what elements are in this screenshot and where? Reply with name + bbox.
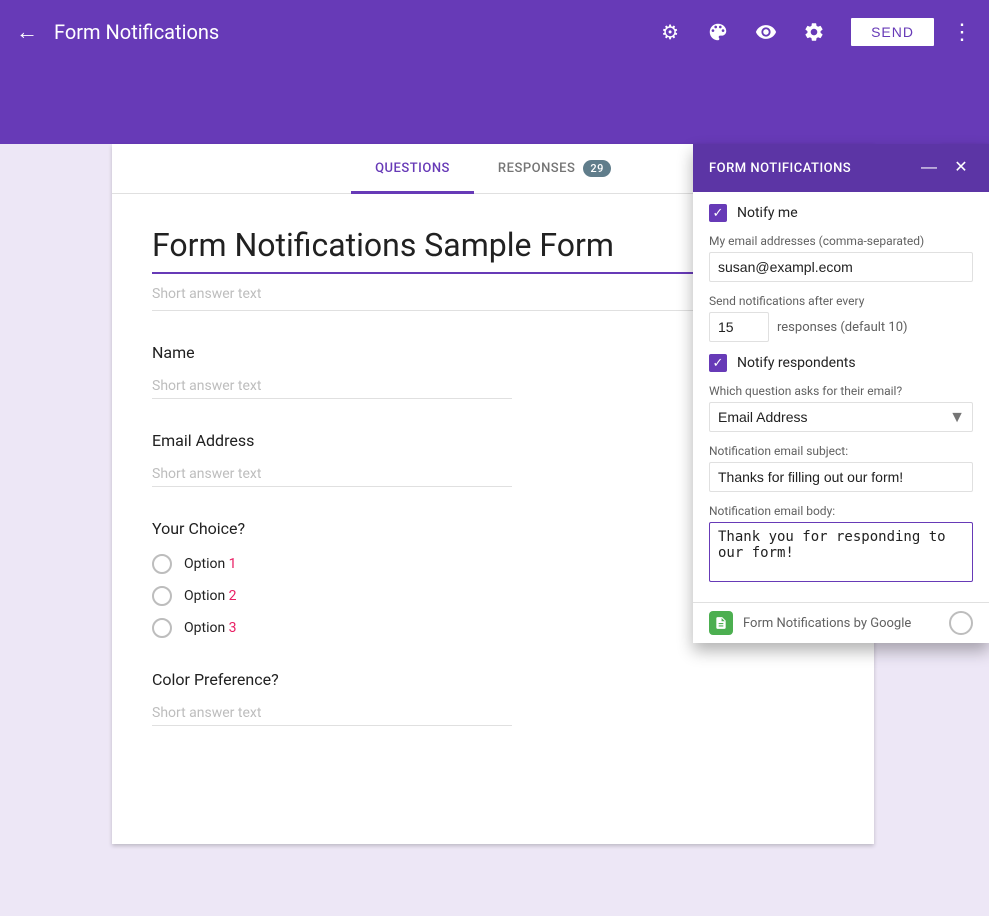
responses-count-badge: 29 (583, 160, 611, 177)
panel-close-button[interactable]: ✕ (949, 156, 973, 180)
send-after-label: Send notifications after every (709, 294, 973, 308)
question-color-input[interactable]: Short answer text (152, 705, 512, 726)
tab-questions[interactable]: QUESTIONS (351, 144, 474, 193)
tab-responses[interactable]: RESPONSES 29 (474, 144, 635, 193)
app-title: Form Notifications (54, 20, 650, 44)
footer-circle (949, 611, 973, 635)
question-email-input[interactable]: Short answer text (152, 466, 512, 487)
email-field-label: My email addresses (comma-separated) (709, 234, 973, 248)
notify-me-checkbox[interactable]: ✓ (709, 204, 727, 222)
subject-input[interactable] (709, 462, 973, 492)
body-textarea[interactable]: Thank you for responding to our form! (709, 522, 973, 582)
which-question-select-wrapper: Email Address Name ▼ (709, 402, 973, 432)
radio-circle-1 (152, 554, 172, 574)
notify-me-row: ✓ Notify me (709, 204, 973, 222)
question-color-label: Color Preference? (152, 670, 834, 689)
question-color: Color Preference? Short answer text (152, 670, 834, 726)
which-question-label: Which question asks for their email? (709, 384, 973, 398)
footer-text: Form Notifications by Google (743, 616, 911, 631)
email-input[interactable] (709, 252, 973, 282)
preview-icon-button[interactable] (746, 12, 786, 52)
option-3-text: Option 3 (184, 620, 237, 636)
topbar-icons: ⚙ SEND ⋮ (650, 12, 973, 52)
notify-respondents-row: ✓ Notify respondents (709, 354, 973, 372)
back-button[interactable]: ← (16, 21, 38, 43)
panel-header-icons: — ✕ (917, 156, 973, 180)
radio-circle-3 (152, 618, 172, 638)
option-2-text: Option 2 (184, 588, 237, 604)
notify-respondents-label: Notify respondents (737, 355, 856, 371)
panel-minimize-button[interactable]: — (917, 156, 941, 180)
panel-header: FORM NOTIFICATIONS — ✕ (693, 144, 989, 192)
radio-circle-2 (152, 586, 172, 606)
tab-responses-label: RESPONSES (498, 161, 575, 176)
panel-title: FORM NOTIFICATIONS (709, 161, 851, 176)
banner (0, 64, 989, 144)
palette-icon-button[interactable] (698, 12, 738, 52)
subject-label: Notification email subject: (709, 444, 973, 458)
question-name-input[interactable]: Short answer text (152, 378, 512, 399)
panel-footer: Form Notifications by Google (693, 602, 989, 643)
more-options-button[interactable]: ⋮ (951, 19, 973, 45)
send-button[interactable]: SEND (850, 17, 935, 47)
footer-icon (709, 611, 733, 635)
main-area: QUESTIONS RESPONSES 29 Form Notification… (0, 144, 989, 844)
send-after-suffix: responses (default 10) (777, 320, 908, 335)
which-question-select[interactable]: Email Address Name (709, 402, 973, 432)
puzzle-icon-button[interactable]: ⚙ (650, 12, 690, 52)
body-label: Notification email body: (709, 504, 973, 518)
notify-me-label: Notify me (737, 205, 798, 221)
option-1-text: Option 1 (184, 556, 237, 572)
send-after-input[interactable] (709, 312, 769, 342)
notify-respondents-checkbox[interactable]: ✓ (709, 354, 727, 372)
topbar: ← Form Notifications ⚙ SEND ⋮ (0, 0, 989, 64)
panel-body: ✓ Notify me My email addresses (comma-se… (693, 192, 989, 602)
tab-questions-label: QUESTIONS (375, 161, 450, 176)
notifications-panel: FORM NOTIFICATIONS — ✕ ✓ Notify me My em… (693, 144, 989, 643)
settings-icon-button[interactable] (794, 12, 834, 52)
send-after-row: responses (default 10) (709, 312, 973, 342)
